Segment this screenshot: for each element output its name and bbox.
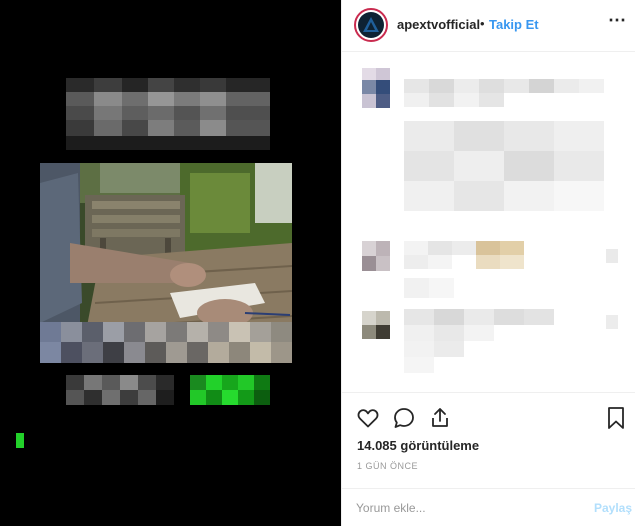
- more-options-icon[interactable]: ⋯: [608, 10, 627, 31]
- comment-avatar: [362, 241, 390, 271]
- comment-text: [404, 121, 604, 211]
- follow-button[interactable]: Takip Et: [489, 17, 539, 32]
- heart-icon[interactable]: [356, 406, 380, 435]
- comment-bar: Paylaş: [342, 488, 635, 526]
- apex-logo-icon: [358, 12, 384, 38]
- pixelated-caption-bottom: [66, 375, 270, 405]
- bookmark-icon[interactable]: [606, 406, 626, 435]
- comment-like-icon: [606, 249, 618, 263]
- comment-like-icon: [606, 315, 618, 329]
- comment-text: [404, 241, 524, 269]
- share-upload-icon[interactable]: [428, 406, 452, 435]
- avatar[interactable]: [354, 8, 388, 42]
- speech-bubble-icon[interactable]: [392, 406, 416, 435]
- video-player[interactable]: [0, 0, 341, 526]
- pixelated-caption-top: [66, 78, 270, 150]
- comment-input[interactable]: [356, 498, 576, 518]
- view-count[interactable]: 14.085 görüntüleme: [357, 438, 479, 453]
- post-panel: apextvofficial • Takip Et ⋯ 14.085 görün…: [341, 0, 635, 526]
- comment-text: [404, 79, 604, 107]
- comment-avatar: [362, 68, 390, 108]
- comment-avatar: [362, 311, 390, 339]
- comment-text: [404, 278, 454, 298]
- post-timestamp[interactable]: 1 GÜN ÖNCE: [357, 461, 418, 471]
- post-actions: [342, 400, 635, 436]
- post-header: apextvofficial • Takip Et ⋯: [342, 0, 635, 52]
- separator-dot: •: [480, 16, 485, 31]
- comments-list[interactable]: [342, 53, 635, 393]
- pixelated-subtitle: [40, 322, 292, 363]
- green-cursor-marker: [16, 433, 24, 448]
- comment-text: [404, 309, 554, 373]
- post-comment-button[interactable]: Paylaş: [594, 501, 632, 515]
- username-link[interactable]: apextvofficial: [397, 17, 480, 32]
